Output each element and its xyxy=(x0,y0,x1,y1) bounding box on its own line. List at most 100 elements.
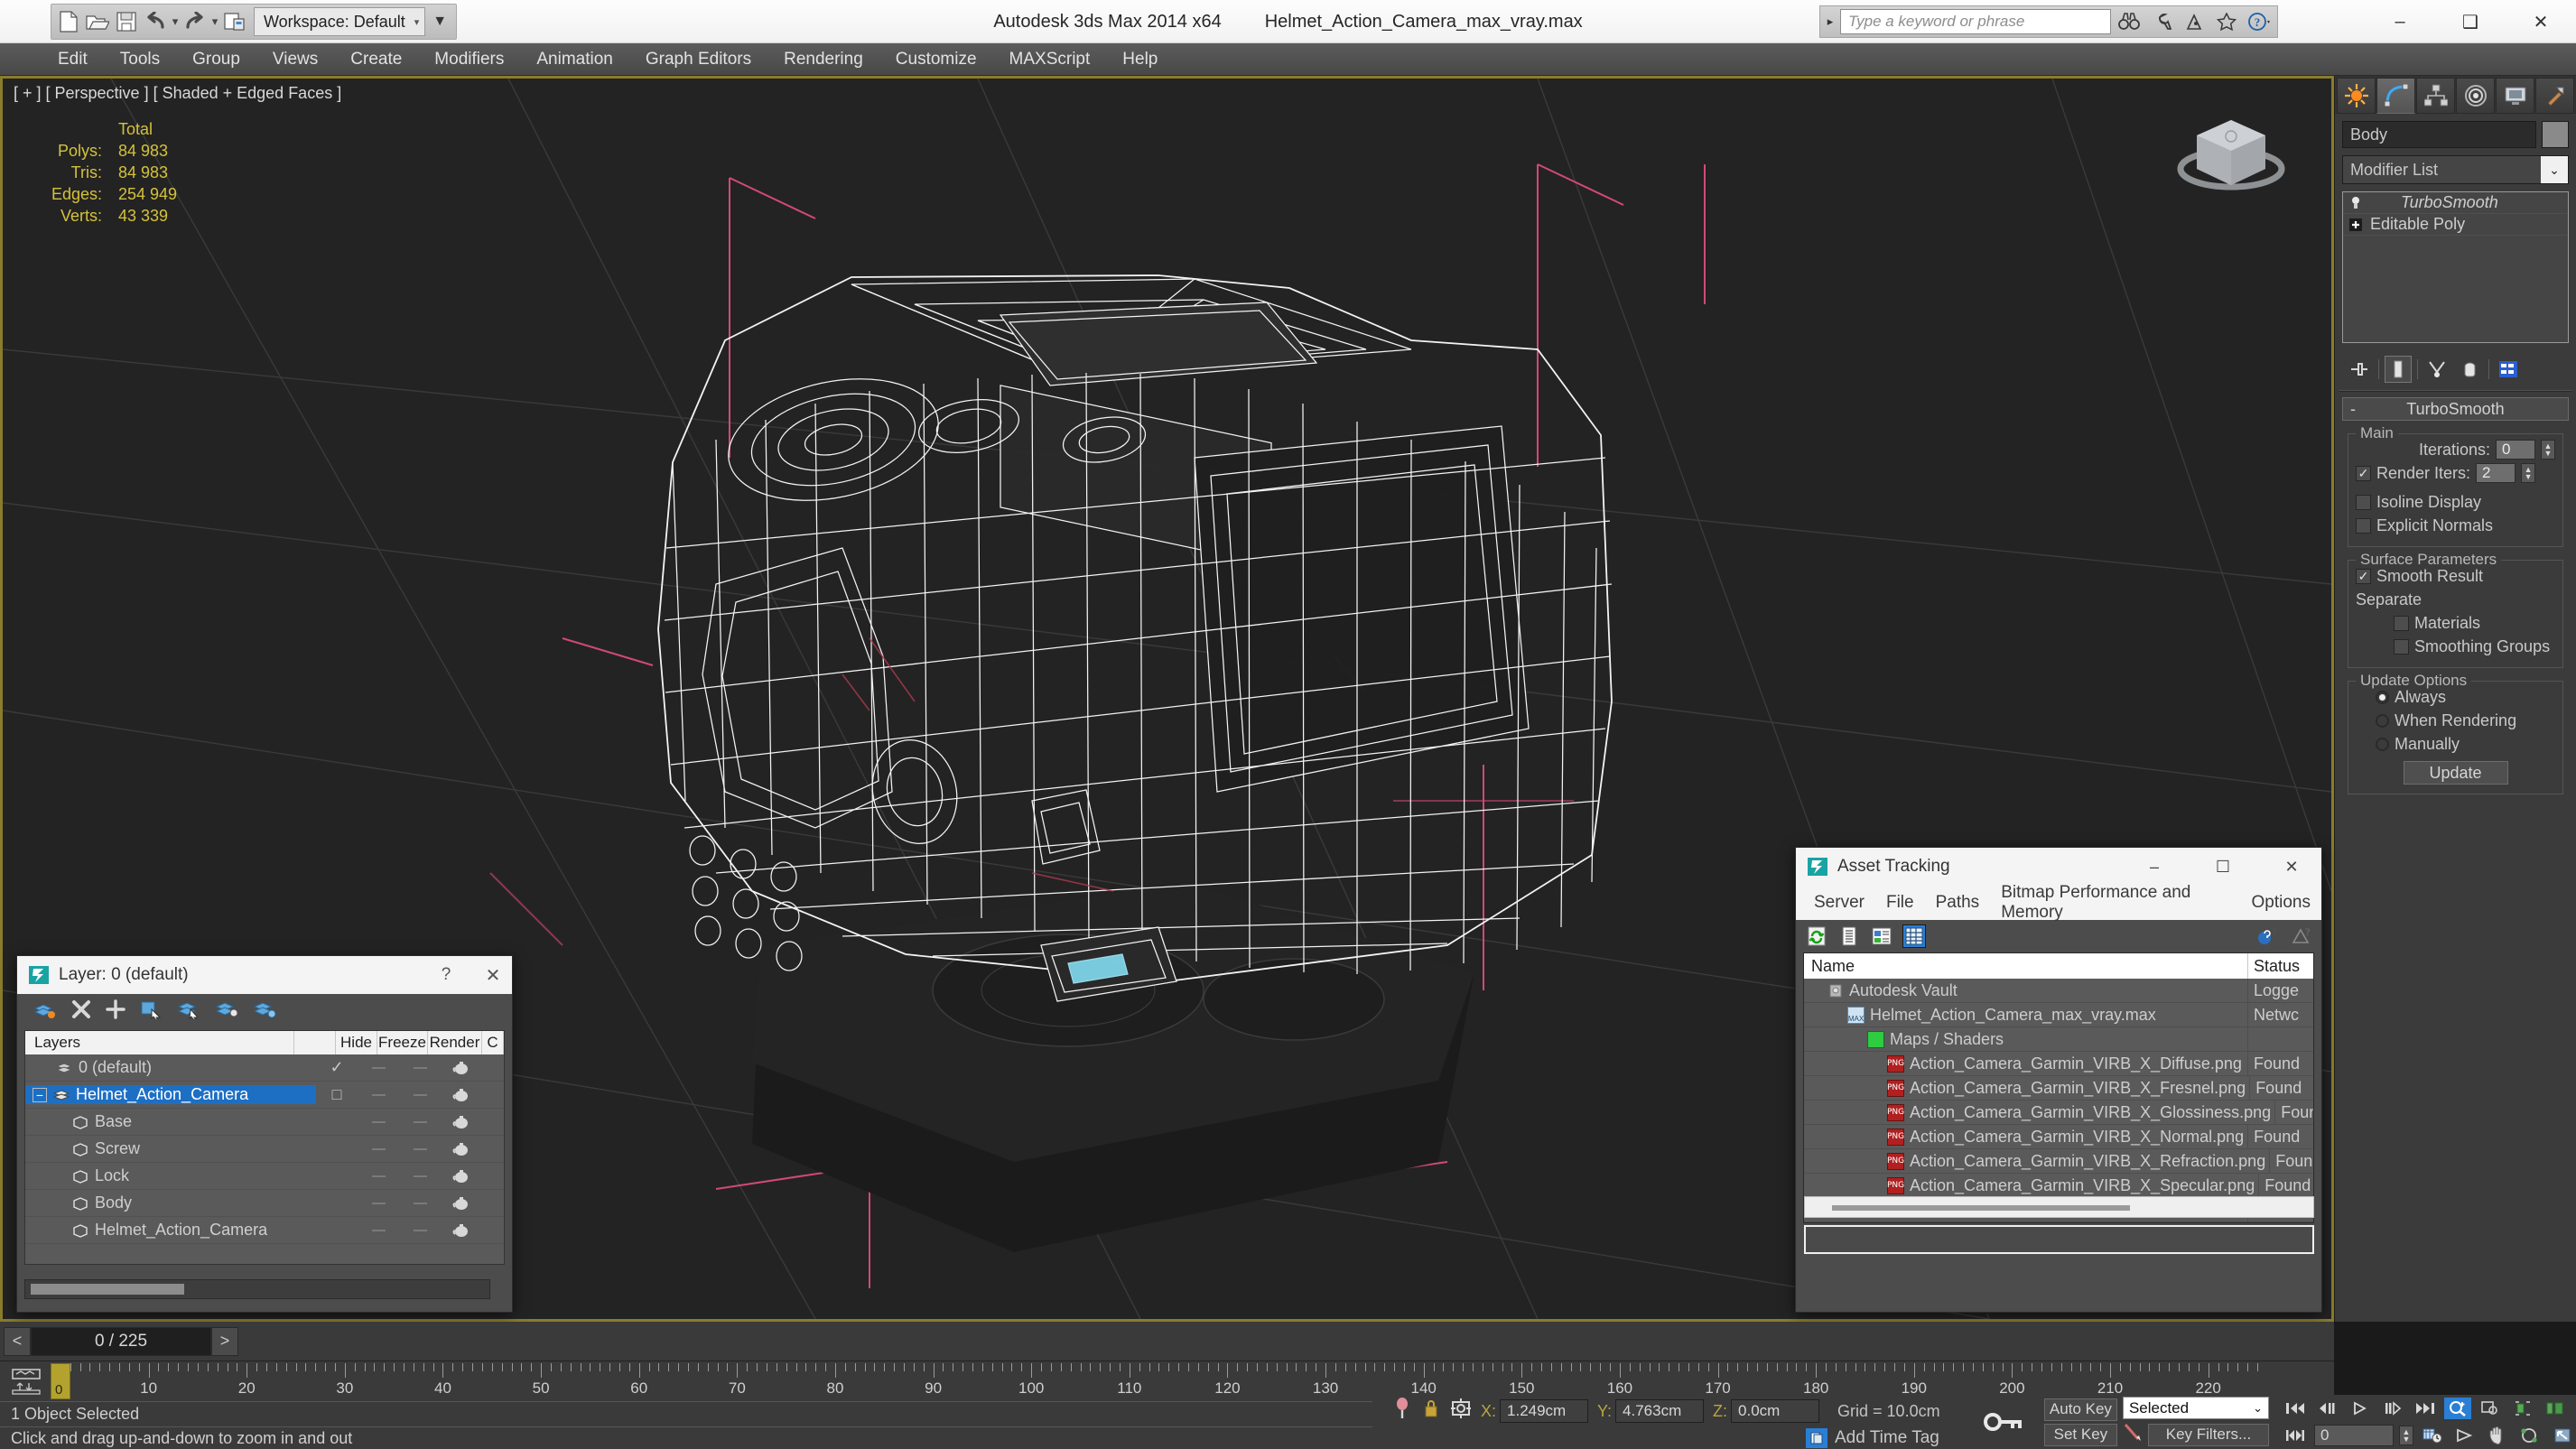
go-to-start-icon[interactable] xyxy=(2282,1398,2309,1419)
help-icon[interactable]: ? xyxy=(2289,924,2312,948)
menu-item-animation[interactable]: Animation xyxy=(520,43,629,76)
iterations-field[interactable]: 0 xyxy=(2496,440,2535,460)
asset-row[interactable]: Maps / Shaders xyxy=(1804,1027,2313,1052)
collapse-icon[interactable]: - xyxy=(2350,400,2356,419)
layer-render-toggle[interactable] xyxy=(441,1223,482,1238)
render-iters-field[interactable]: 2 xyxy=(2476,463,2516,483)
time-tag-icon[interactable] xyxy=(1806,1427,1827,1448)
rollout-header[interactable]: - TurboSmooth xyxy=(2342,397,2569,421)
asset-horizontal-scrollbar[interactable] xyxy=(1804,1196,2314,1218)
field-of-view-icon[interactable] xyxy=(2451,1425,2478,1446)
layer-render-toggle[interactable] xyxy=(441,1169,482,1184)
layer-render-toggle[interactable] xyxy=(441,1061,482,1075)
list-view-icon[interactable] xyxy=(1837,924,1861,948)
asset-row[interactable]: PNG Action_Camera_Garmin_VIRB_X_Fresnel.… xyxy=(1804,1076,2313,1101)
layer-row[interactable]: Lock — — xyxy=(25,1163,504,1190)
make-unique-icon[interactable] xyxy=(2423,356,2450,383)
layer-render-toggle[interactable] xyxy=(441,1115,482,1129)
layer-list[interactable]: Layers Hide Freeze Render C 0 (default) … xyxy=(24,1030,505,1265)
satellite-icon[interactable] xyxy=(2180,8,2209,35)
scrollbar-thumb[interactable] xyxy=(31,1284,184,1295)
workspace-selector[interactable]: Workspace: Default ▾ xyxy=(254,7,426,36)
remove-modifier-icon[interactable] xyxy=(2456,356,2483,383)
asset-row[interactable]: PNG Action_Camera_Garmin_VIRB_X_Refracti… xyxy=(1804,1149,2313,1174)
grid-view-icon[interactable] xyxy=(1902,924,1926,948)
chevron-down-icon[interactable]: ⌄ xyxy=(2541,156,2568,183)
modify-tab[interactable] xyxy=(2376,78,2415,114)
menu-item-create[interactable]: Create xyxy=(334,43,418,76)
menu-item-customize[interactable]: Customize xyxy=(879,43,993,76)
pan-view-icon[interactable] xyxy=(2484,1425,2511,1446)
layer-render-toggle[interactable] xyxy=(441,1142,482,1156)
open-file-icon[interactable] xyxy=(84,8,111,35)
wrench-icon[interactable] xyxy=(2147,8,2176,35)
search-binoculars-icon[interactable] xyxy=(2115,8,2144,35)
highlight-selected-objects-icon[interactable] xyxy=(215,999,239,1025)
asset-close-button[interactable]: ✕ xyxy=(2262,848,2321,886)
asset-row[interactable]: MAX Helmet_Action_Camera_max_vray.max Ne… xyxy=(1804,1003,2313,1027)
menu-item-group[interactable]: Group xyxy=(176,43,256,76)
update-when-rendering-radio[interactable] xyxy=(2376,713,2389,728)
set-key-toggle[interactable] xyxy=(1968,1395,2039,1449)
selection-filter-combo[interactable]: Selected ⌄ xyxy=(2122,1397,2269,1419)
menu-item-maxscript[interactable]: MAXScript xyxy=(993,43,1107,76)
modifier-list-dropdown[interactable]: Modifier List ⌄ xyxy=(2342,155,2569,184)
zoom-extents-all-icon[interactable] xyxy=(2509,1398,2536,1419)
layer-row[interactable]: Screw — — xyxy=(25,1136,504,1163)
scrollbar-thumb[interactable] xyxy=(1832,1205,2130,1211)
help-question-icon[interactable]: ? xyxy=(2245,8,2274,35)
layer-freeze-toggle[interactable]: — xyxy=(399,1141,441,1156)
time-tag-control[interactable]: Add Time Tag xyxy=(1806,1426,1968,1449)
asset-list[interactable]: Name Status Autodesk Vault Logge MAX Hel… xyxy=(1803,952,2314,1223)
asset-menu-bitmap-performance[interactable]: Bitmap Performance and Memory xyxy=(1990,883,2240,922)
layer-freeze-toggle[interactable]: — xyxy=(399,1195,441,1211)
minimize-button[interactable]: – xyxy=(2365,0,2435,43)
update-button[interactable]: Update xyxy=(2403,761,2508,785)
next-frame-button[interactable]: > xyxy=(211,1326,238,1356)
redo-dropdown-arrow[interactable]: ▾ xyxy=(210,8,219,35)
save-icon[interactable] xyxy=(113,8,140,35)
motion-tab[interactable] xyxy=(2456,78,2495,114)
auto-key-button[interactable]: Auto Key xyxy=(2043,1398,2117,1421)
layer-freeze-toggle[interactable]: — xyxy=(399,1087,441,1102)
menu-item-tools[interactable]: Tools xyxy=(104,43,176,76)
help-web-icon[interactable]: ? xyxy=(2256,924,2280,948)
select-highlighted-objects-icon[interactable] xyxy=(177,999,201,1025)
previous-frame-icon[interactable] xyxy=(2314,1398,2341,1419)
view-cube[interactable] xyxy=(2163,104,2299,203)
coord-z-value[interactable]: 0.0cm xyxy=(1731,1399,1820,1423)
maximize-viewport-icon[interactable] xyxy=(2542,1398,2569,1419)
layer-dialog[interactable]: Layer: 0 (default) ? ✕ Layers Hide Freez… xyxy=(16,955,513,1313)
layer-render-toggle[interactable] xyxy=(441,1196,482,1211)
set-project-folder-icon[interactable] xyxy=(221,8,248,35)
asset-row[interactable]: PNG Action_Camera_Garmin_VIRB_X_Glossine… xyxy=(1804,1101,2313,1125)
refresh-icon[interactable] xyxy=(1805,924,1828,948)
zoom-region-icon[interactable] xyxy=(2444,1398,2471,1419)
track-bar-toggle-icon[interactable] xyxy=(9,1367,45,1396)
asset-menu-file[interactable]: File xyxy=(1875,886,1925,920)
materials-checkbox[interactable] xyxy=(2394,615,2409,631)
time-slider[interactable]: 0 xyxy=(51,1363,70,1399)
zoom-extents-icon[interactable] xyxy=(2477,1398,2504,1419)
layer-freeze-toggle[interactable]: — xyxy=(399,1222,441,1238)
asset-maximize-button[interactable]: ☐ xyxy=(2193,848,2253,886)
layer-hide-toggle[interactable]: — xyxy=(358,1168,399,1184)
lock-selection-icon[interactable] xyxy=(1421,1397,1441,1426)
key-filters-button[interactable]: Key Filters... xyxy=(2147,1423,2269,1446)
asset-menu-paths[interactable]: Paths xyxy=(1925,886,1991,920)
layer-freeze-toggle[interactable]: — xyxy=(399,1168,441,1184)
next-frame-icon[interactable] xyxy=(2379,1398,2406,1419)
undo-dropdown-arrow[interactable]: ▾ xyxy=(171,8,180,35)
details-view-icon[interactable] xyxy=(1870,924,1893,948)
add-layer-icon[interactable] xyxy=(106,999,126,1025)
layer-hide-toggle[interactable]: — xyxy=(358,1141,399,1156)
search-input[interactable]: Type a keyword or phrase xyxy=(1840,9,2111,34)
pin-stack-icon[interactable] xyxy=(2346,356,2373,383)
select-objects-in-layer-icon[interactable] xyxy=(140,999,163,1025)
menu-item-rendering[interactable]: Rendering xyxy=(767,43,879,76)
asset-menu-options[interactable]: Options xyxy=(2241,886,2321,920)
key-mode-toggle-icon[interactable] xyxy=(2282,1425,2309,1446)
redo-icon[interactable] xyxy=(181,8,209,35)
coord-y-value[interactable]: 4.763cm xyxy=(1615,1399,1705,1423)
current-frame-spinner[interactable]: ▲ ▼ xyxy=(2399,1426,2413,1445)
